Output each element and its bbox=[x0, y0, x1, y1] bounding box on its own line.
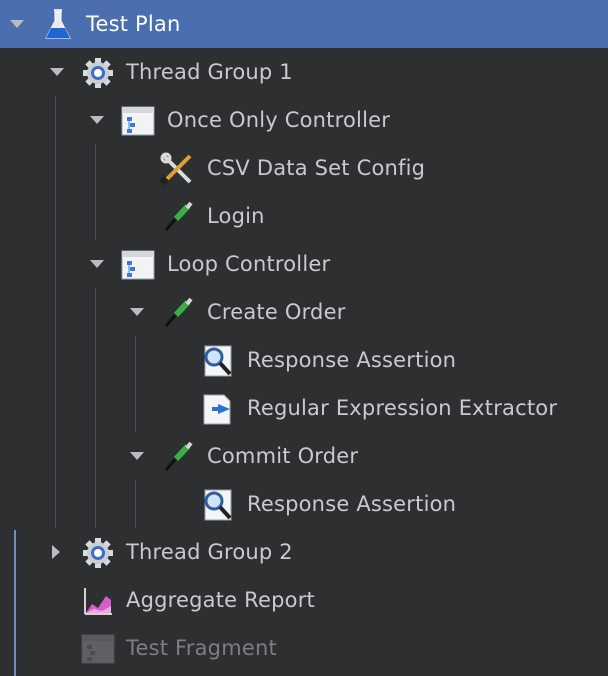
flask-icon bbox=[40, 8, 76, 42]
tree-node-login[interactable]: Login bbox=[0, 192, 608, 240]
tree-node-label: CSV Data Set Config bbox=[207, 156, 426, 180]
expand-toggle[interactable] bbox=[89, 257, 104, 271]
tree-node-response-assertion[interactable]: Response Assertion bbox=[0, 480, 608, 528]
tree-node-regex-extractor[interactable]: Regular Expression Extractor bbox=[0, 384, 608, 432]
chart-report-icon bbox=[80, 584, 116, 618]
tree-node-label: Aggregate Report bbox=[126, 588, 315, 612]
expand-toggle[interactable] bbox=[9, 17, 24, 31]
tree-node-label: Test Plan bbox=[86, 12, 181, 36]
magnifier-icon bbox=[200, 344, 236, 378]
controller-icon bbox=[80, 632, 116, 666]
tree-node-test-plan[interactable]: Test Plan bbox=[0, 0, 608, 48]
tree-node-aggregate-report[interactable]: Aggregate Report bbox=[0, 576, 608, 624]
tree-node-label: Test Fragment bbox=[126, 636, 277, 660]
tree-node-label: Login bbox=[207, 204, 265, 228]
tree-node-thread-group-1[interactable]: Thread Group 1 bbox=[0, 48, 608, 96]
tree-node-label: Loop Controller bbox=[167, 252, 331, 276]
magnifier-icon bbox=[200, 488, 236, 522]
tree-node-commit-order[interactable]: Commit Order bbox=[0, 432, 608, 480]
expand-toggle[interactable] bbox=[129, 305, 144, 319]
gear-icon bbox=[80, 56, 116, 90]
pipette-icon bbox=[160, 200, 196, 234]
expand-toggle[interactable] bbox=[49, 545, 63, 559]
tree-node-label: Create Order bbox=[207, 300, 346, 324]
controller-icon bbox=[120, 104, 156, 138]
config-tools-icon bbox=[160, 152, 196, 186]
pipette-icon bbox=[160, 296, 196, 330]
tree-node-label: Commit Order bbox=[207, 444, 359, 468]
extractor-icon bbox=[200, 392, 236, 426]
tree-node-label: Thread Group 2 bbox=[126, 540, 293, 564]
expand-toggle[interactable] bbox=[89, 113, 104, 127]
tree-node-label: Regular Expression Extractor bbox=[247, 396, 558, 420]
tree-node-label: Response Assertion bbox=[247, 492, 457, 516]
gear-icon bbox=[80, 536, 116, 570]
tree-node-once-only-controller[interactable]: Once Only Controller bbox=[0, 96, 608, 144]
expand-toggle[interactable] bbox=[129, 449, 144, 463]
tree-node-create-order[interactable]: Create Order bbox=[0, 288, 608, 336]
tree-node-test-fragment[interactable]: Test Fragment bbox=[0, 624, 608, 672]
expand-toggle[interactable] bbox=[49, 65, 64, 79]
tree-node-label: Once Only Controller bbox=[167, 108, 391, 132]
tree-node-label: Response Assertion bbox=[247, 348, 457, 372]
controller-icon bbox=[120, 248, 156, 282]
tree-node-csv-data-set-config[interactable]: CSV Data Set Config bbox=[0, 144, 608, 192]
test-plan-tree: Test Plan Thread Group 1 Once Only Contr… bbox=[0, 0, 608, 676]
pipette-icon bbox=[160, 440, 196, 474]
tree-node-response-assertion[interactable]: Response Assertion bbox=[0, 336, 608, 384]
tree-node-thread-group-2[interactable]: Thread Group 2 bbox=[0, 528, 608, 576]
tree-node-label: Thread Group 1 bbox=[126, 60, 293, 84]
tree-node-loop-controller[interactable]: Loop Controller bbox=[0, 240, 608, 288]
